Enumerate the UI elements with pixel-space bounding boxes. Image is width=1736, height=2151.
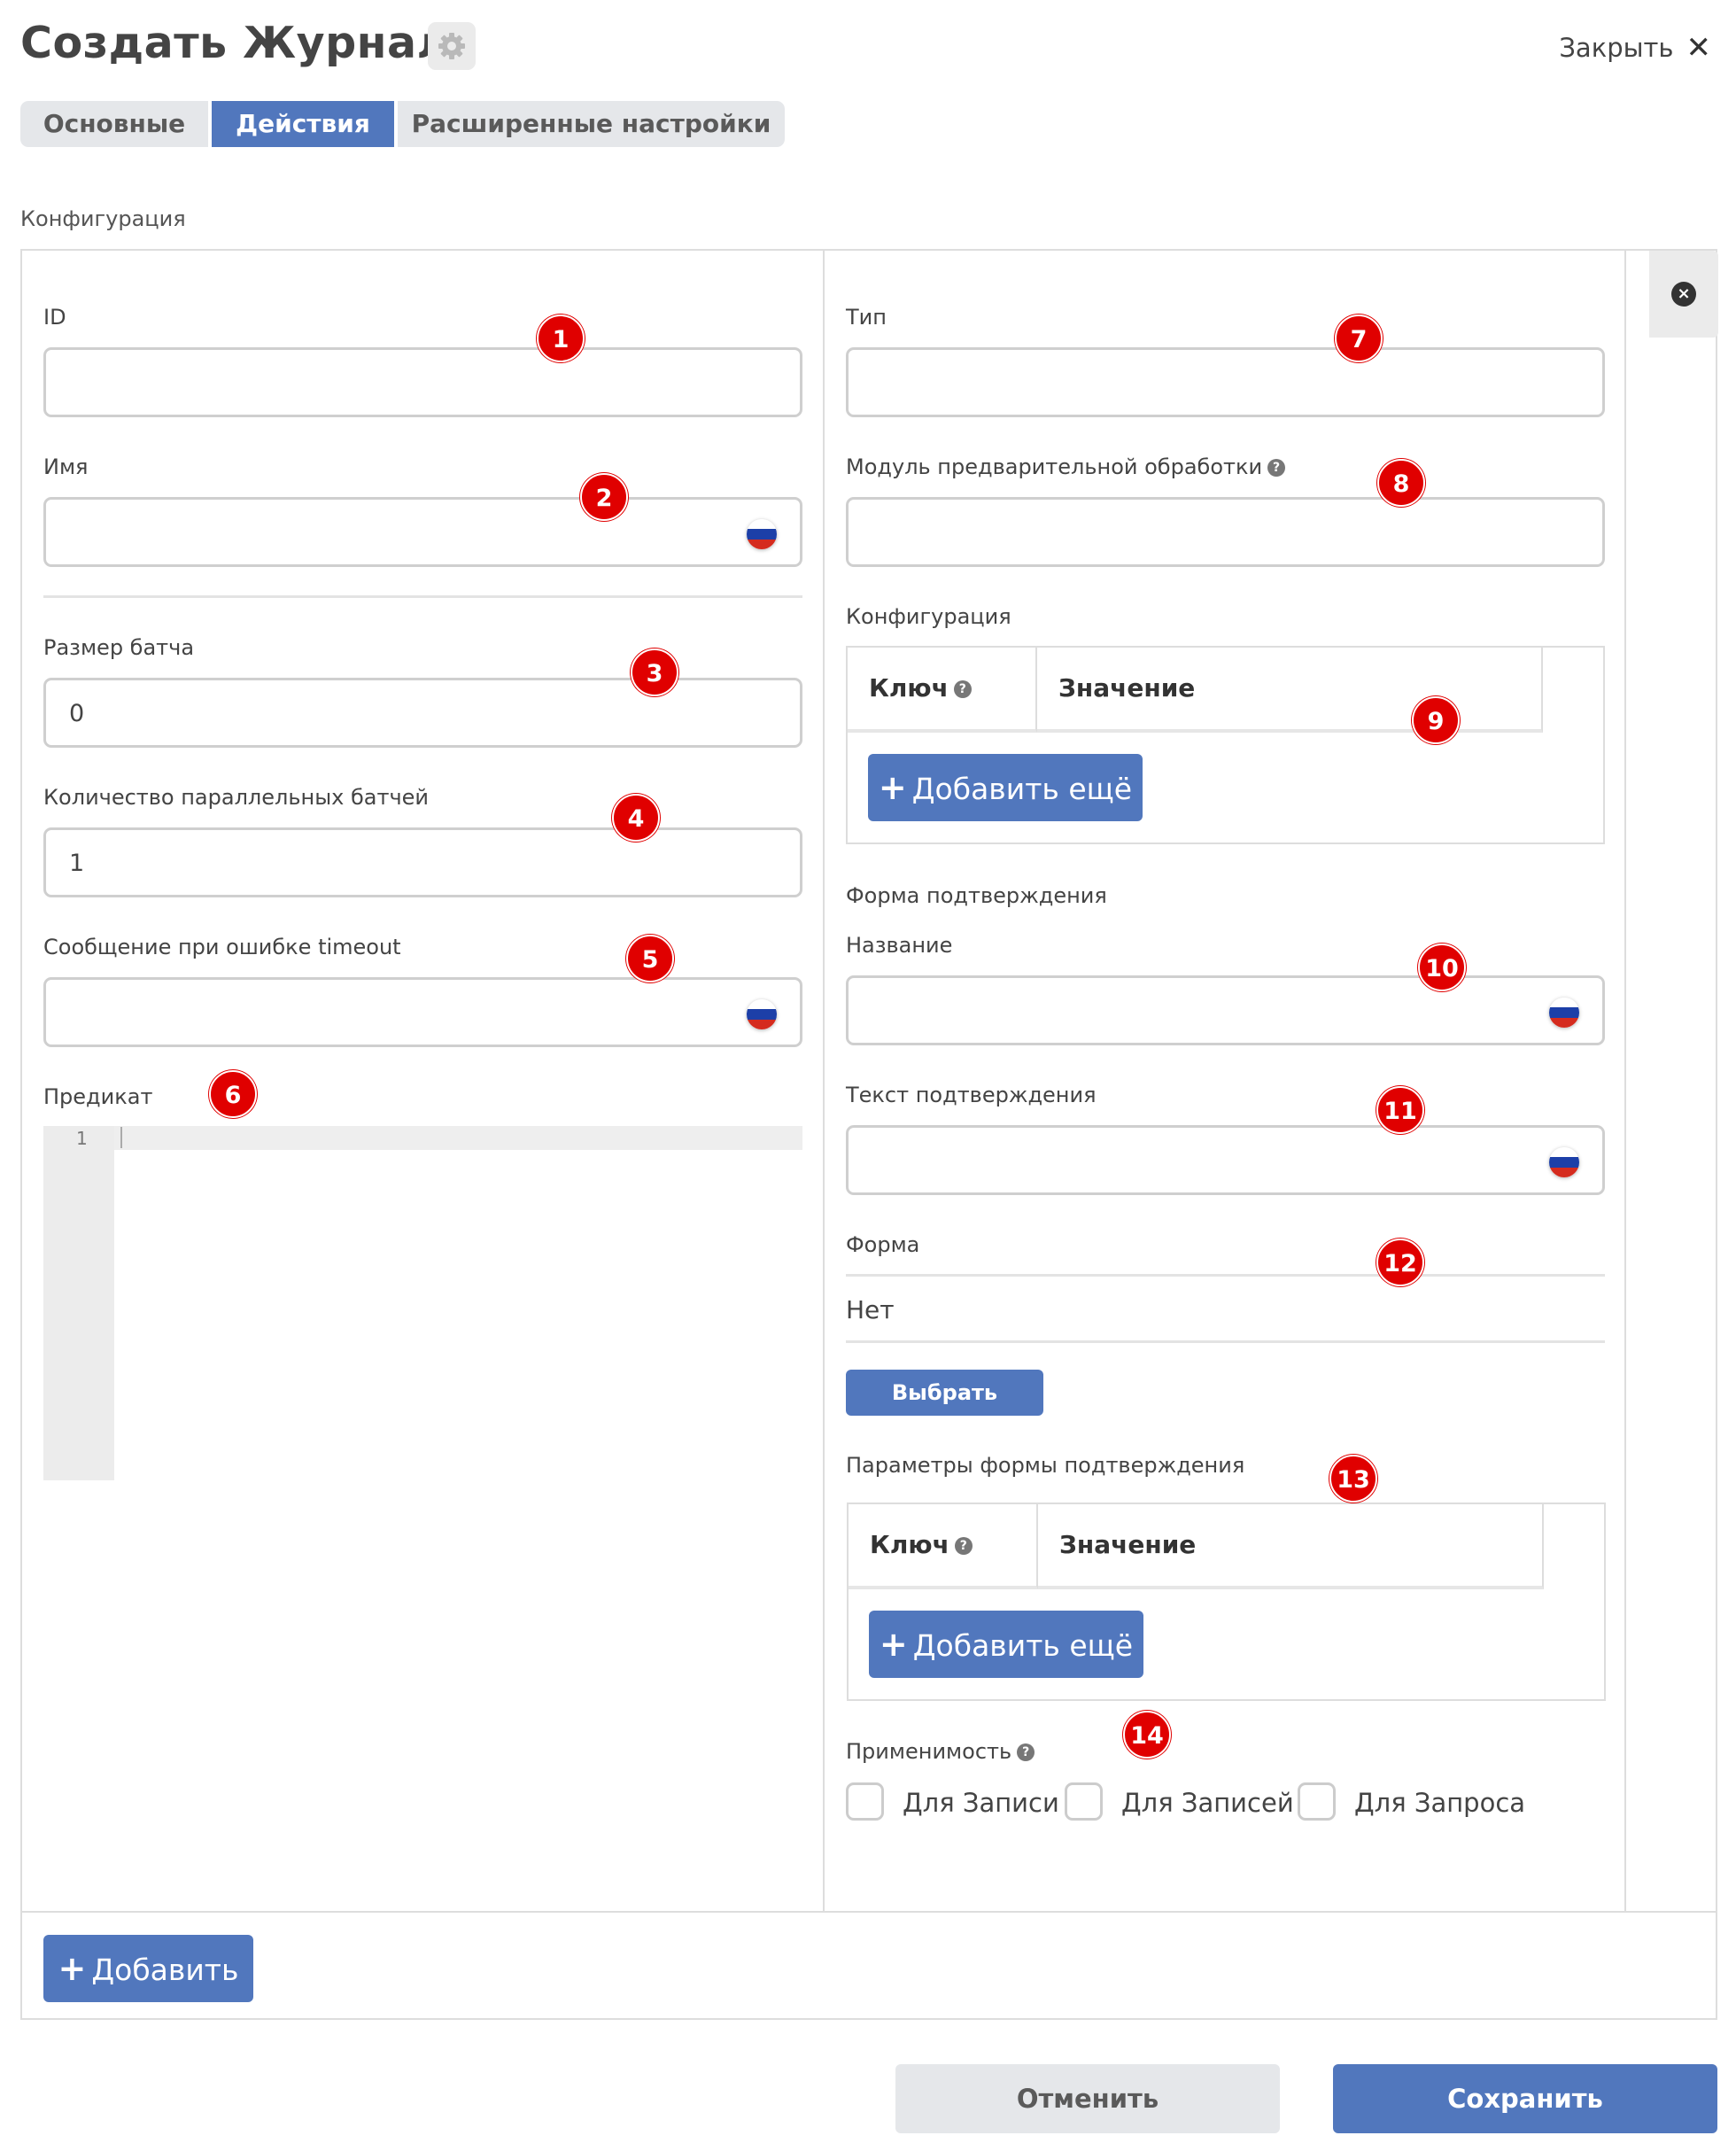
confirm-form-label: Форма подтверждения [846,883,1107,908]
plus-icon: + [58,1949,87,1988]
config-label: Конфигурация [846,604,1011,629]
help-icon[interactable]: ? [1267,459,1286,477]
settings-button[interactable] [428,22,476,70]
plus-icon: + [879,1625,908,1664]
russia-flag-icon[interactable] [747,519,777,549]
form-bottom-divider [846,1340,1605,1343]
confirm-text-input[interactable] [846,1125,1605,1195]
confirm-text-label: Текст подтверждения [846,1083,1097,1107]
russia-flag-icon[interactable] [1549,1147,1579,1177]
close-label: Закрыть [1559,33,1674,63]
type-label: Тип [846,305,887,330]
timeout-message-input[interactable] [43,977,802,1047]
tab-main[interactable]: Основные [20,101,208,147]
batch-size-input[interactable]: 0 [43,678,802,748]
id-input[interactable] [43,347,802,417]
form-top-divider [846,1274,1605,1277]
page-title: Создать Журнал [20,18,449,68]
predicate-label: Предикат [43,1084,153,1109]
help-icon[interactable]: ? [1017,1743,1035,1761]
id-label: ID [43,305,66,330]
parallel-batches-value: 1 [69,850,85,877]
batch-size-label: Размер батча [43,635,195,660]
checkbox-for-query-label[interactable]: Для Запроса [1354,1788,1525,1818]
annotation-badge: 14 [1123,1711,1171,1759]
section-label: Конфигурация [20,206,186,231]
value-column-header: Значение [1037,648,1543,733]
checkbox-for-records[interactable] [1065,1782,1103,1821]
annotation-badge: 10 [1418,943,1466,991]
key-header-text: Ключ [870,1530,949,1559]
annotation-badge: 7 [1335,314,1383,362]
add-more-label: Добавить ещё [911,772,1133,806]
confirm-params-kv-table: Ключ? Значение + Добавить ещё [847,1503,1606,1701]
checkbox-for-record-label[interactable]: Для Записи [903,1788,1059,1818]
form-label: Форма [846,1232,920,1257]
key-column-header: Ключ? [849,1504,1038,1589]
annotation-badge: 11 [1376,1086,1424,1134]
remove-action-button[interactable]: × [1649,251,1718,338]
close-icon: ✕ [1686,30,1712,66]
help-icon[interactable]: ? [953,680,972,698]
applicability-label: Применимость? [846,1739,1035,1764]
checkbox-for-query[interactable] [1298,1782,1336,1821]
add-action-label: Добавить [91,1953,239,1987]
add-more-label: Добавить ещё [912,1628,1134,1663]
preprocess-module-label: Модуль предварительной обработки? [846,454,1286,479]
tab-actions[interactable]: Действия [212,101,394,147]
help-icon[interactable]: ? [954,1537,973,1555]
add-more-button[interactable]: + Добавить ещё [868,754,1143,821]
russia-flag-icon[interactable] [1549,998,1579,1028]
preprocess-module-input[interactable] [846,497,1605,567]
batch-size-value: 0 [69,700,85,727]
confirm-title-label: Название [846,933,953,958]
save-button[interactable]: Сохранить [1333,2064,1717,2133]
value-column-header: Значение [1038,1504,1544,1589]
russia-flag-icon[interactable] [747,999,777,1029]
name-label: Имя [43,454,89,479]
annotation-badge: 8 [1377,459,1425,507]
annotation-badge: 3 [631,648,678,696]
text-cursor [120,1127,122,1148]
gear-icon [438,33,465,59]
choose-form-button[interactable]: Выбрать [846,1370,1043,1416]
key-header-text: Ключ [869,673,949,703]
annotation-badge: 1 [537,314,585,362]
checkbox-for-records-label[interactable]: Для Записей [1121,1788,1294,1818]
confirm-title-input[interactable] [846,975,1605,1045]
checkbox-for-record[interactable] [846,1782,884,1821]
annotation-badge: 5 [626,935,674,982]
type-select[interactable] [846,347,1605,417]
parallel-batches-input[interactable]: 1 [43,827,802,897]
plus-icon: + [878,768,907,807]
annotation-badge: 12 [1376,1239,1424,1286]
key-column-header: Ключ? [848,648,1037,733]
annotation-badge: 4 [612,794,660,842]
panel-bottom-divider [22,1911,1716,1913]
tab-advanced-settings[interactable]: Расширенные настройки [398,101,785,147]
form-value: Нет [846,1295,895,1324]
timeout-message-label: Сообщение при ошибке timeout [43,935,401,959]
column-divider [823,251,825,1913]
predicate-code-editor[interactable] [43,1126,819,1480]
preprocess-module-label-text: Модуль предварительной обработки [846,454,1263,479]
remove-circle-icon: × [1671,282,1696,307]
code-line-number: 1 [76,1128,88,1149]
panel-right-divider [1624,251,1626,1913]
config-kv-table: Ключ? Значение + Добавить ещё [846,646,1605,844]
annotation-badge: 2 [580,473,628,521]
confirm-params-label: Параметры формы подтверждения [846,1453,1245,1478]
applicability-label-text: Применимость [846,1739,1012,1764]
annotation-badge: 13 [1329,1455,1377,1503]
annotation-badge: 9 [1412,696,1460,744]
name-input[interactable] [43,497,802,567]
add-more-button[interactable]: + Добавить ещё [869,1611,1143,1678]
annotation-badge: 6 [209,1070,257,1118]
close-button[interactable]: Закрыть ✕ [1559,30,1711,66]
cancel-button[interactable]: Отменить [895,2064,1280,2133]
parallel-batches-label: Количество параллельных батчей [43,785,430,810]
separator [43,595,802,598]
add-action-button[interactable]: + Добавить [43,1935,253,2002]
